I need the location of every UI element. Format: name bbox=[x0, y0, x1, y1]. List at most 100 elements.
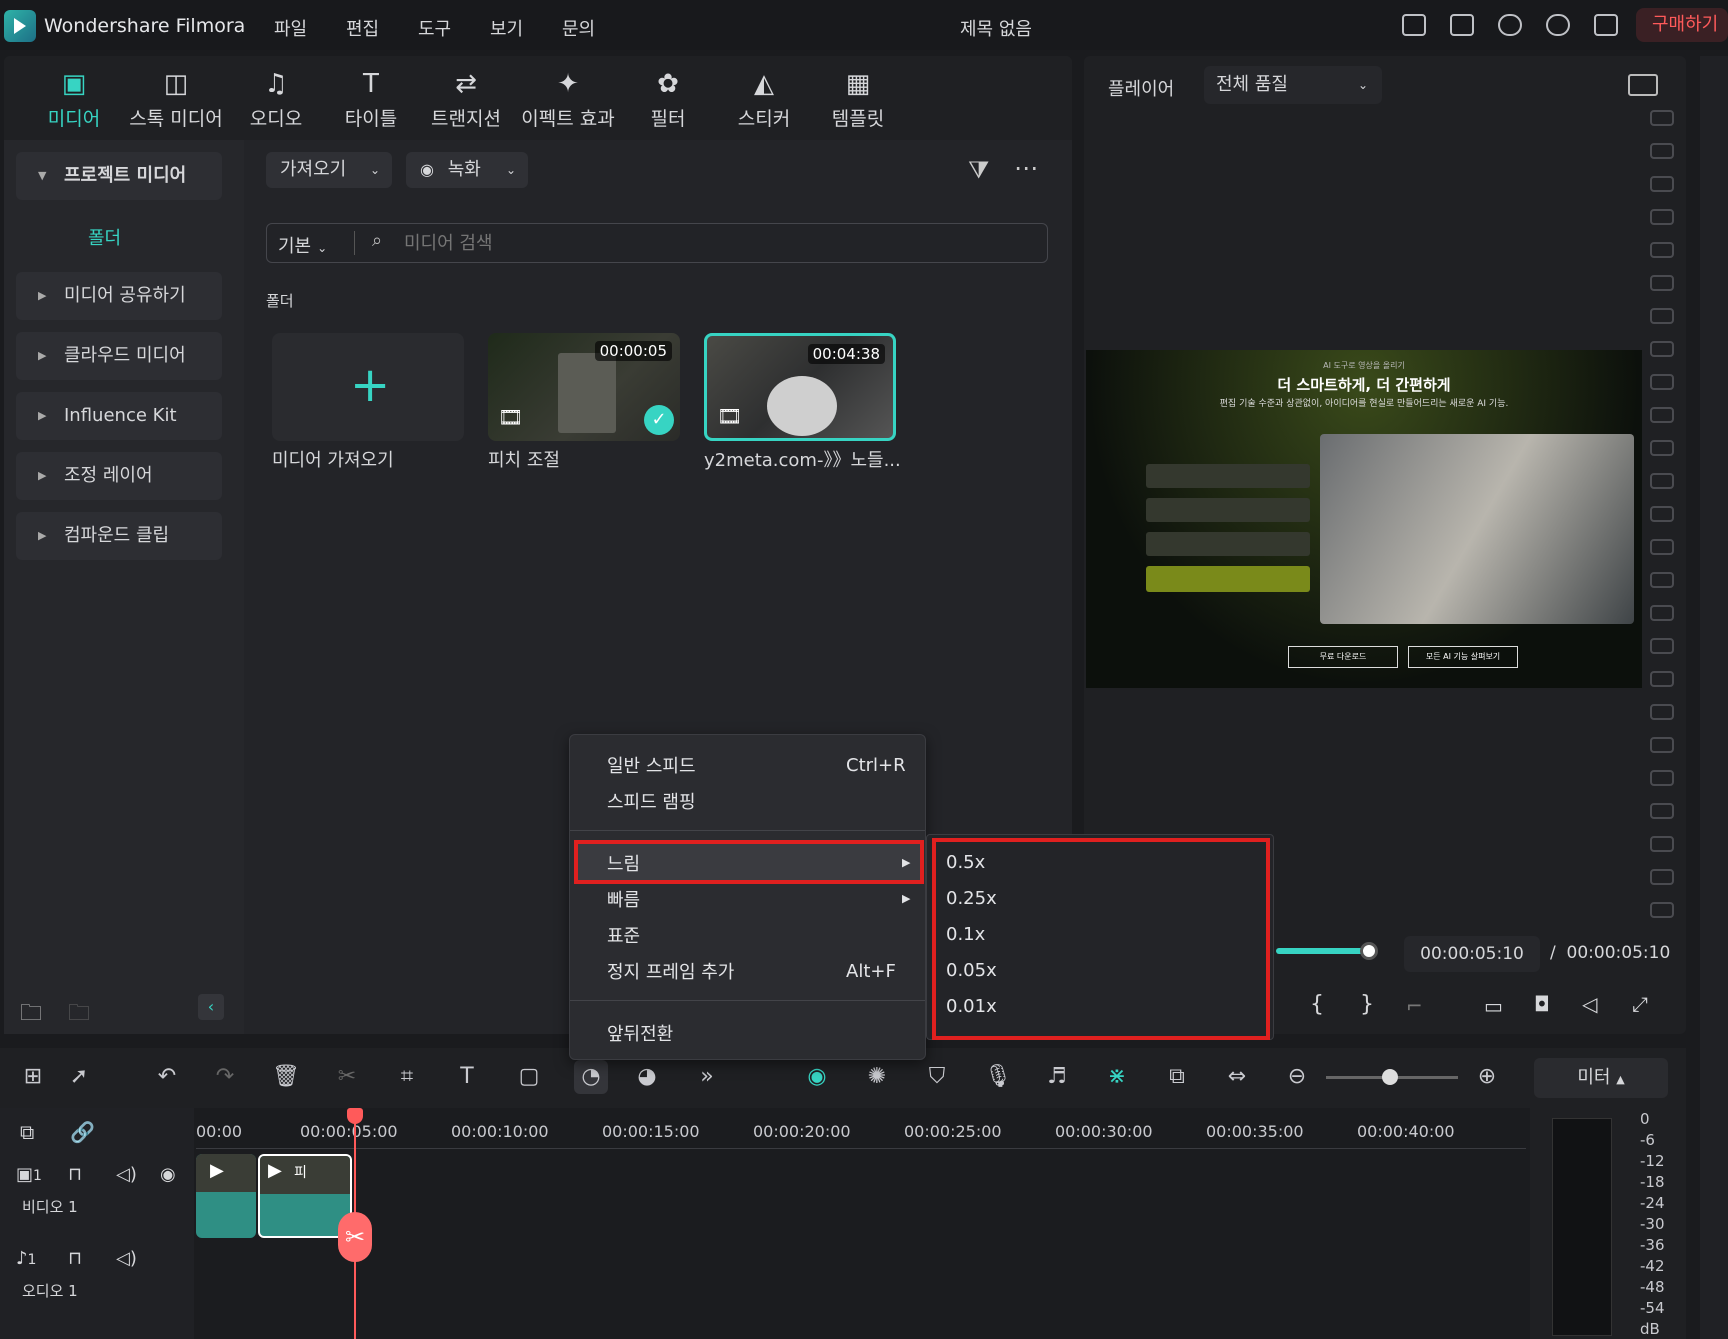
text-icon[interactable]: T bbox=[454, 1064, 480, 1090]
media-thumbnail[interactable]: 00:00:05 🎞 ✓ bbox=[488, 333, 680, 441]
eye-icon[interactable]: ◉ bbox=[160, 1164, 176, 1185]
speaker-icon[interactable]: ◁) bbox=[116, 1248, 137, 1269]
fit-width-icon[interactable]: ⇔ bbox=[1224, 1064, 1250, 1090]
playback-scrubber[interactable] bbox=[1360, 942, 1378, 960]
menu-edit[interactable]: 편집 bbox=[346, 15, 379, 41]
filmstrip-sprocket bbox=[1650, 836, 1674, 852]
zoom-slider-knob[interactable] bbox=[1382, 1069, 1398, 1085]
menu-item-uniform-speed[interactable]: 일반 스피드 bbox=[607, 752, 696, 778]
color-palette-icon[interactable]: ◕ bbox=[634, 1064, 660, 1090]
link-icon[interactable]: 🔗 bbox=[70, 1120, 95, 1144]
more-options-icon[interactable]: ⋯ bbox=[1014, 154, 1038, 182]
tab-transitions[interactable]: ⇄ 트랜지션 bbox=[426, 70, 506, 131]
mark-in-icon[interactable]: { bbox=[1310, 992, 1324, 1017]
fullscreen-icon[interactable]: ⤢ bbox=[1632, 992, 1648, 1016]
import-media-card[interactable]: + bbox=[272, 333, 464, 441]
folder-icon[interactable]: 🗀 bbox=[68, 996, 90, 1034]
tab-filters[interactable]: ✿ 필터 bbox=[646, 70, 690, 131]
sidebar-item-influence-kit[interactable]: ▶ Influence Kit bbox=[16, 392, 222, 440]
submenu-item-0-1x[interactable]: 0.1x bbox=[946, 924, 985, 945]
menu-item-reverse[interactable]: 앞뒤전환 bbox=[607, 1020, 673, 1046]
submenu-item-0-05x[interactable]: 0.05x bbox=[946, 960, 997, 981]
sidebar-item-folder[interactable]: 폴더 bbox=[88, 224, 121, 250]
add-track-icon[interactable]: ⧉ bbox=[20, 1120, 34, 1144]
mark-out-icon[interactable]: } bbox=[1360, 992, 1374, 1017]
tab-titles[interactable]: T 타이틀 bbox=[340, 70, 402, 131]
import-dropdown[interactable]: 가져오기 ⌄ bbox=[266, 152, 392, 188]
zoom-out-icon[interactable]: ⊖ bbox=[1284, 1064, 1310, 1090]
split-scissor-icon[interactable]: ✂ bbox=[338, 1212, 372, 1262]
preview-ui-row bbox=[1146, 566, 1310, 592]
filter-sort-icon[interactable]: ⧩ bbox=[968, 156, 989, 184]
sidebar-item-compound-clip[interactable]: ▶ 컴파운드 클립 bbox=[16, 512, 222, 560]
sidebar-item-shared-media[interactable]: ▶ 미디어 공유하기 bbox=[16, 272, 222, 320]
select-arrow-icon[interactable]: ➚ bbox=[66, 1064, 92, 1090]
zoom-in-icon[interactable]: ⊕ bbox=[1474, 1064, 1500, 1090]
tab-templates[interactable]: ▦ 템플릿 bbox=[828, 70, 888, 131]
submenu-item-0-25x[interactable]: 0.25x bbox=[946, 888, 997, 909]
tab-effects[interactable]: ✦ 이펙트 효과 bbox=[518, 70, 618, 131]
menu-item-speed-ramping[interactable]: 스피드 램핑 bbox=[607, 788, 696, 814]
preview-render-icon[interactable]: ⧉ bbox=[1164, 1064, 1190, 1090]
snapshot-camera-icon[interactable]: ◘ bbox=[1534, 992, 1550, 1016]
filmstrip-sprocket bbox=[1650, 374, 1674, 390]
menu-help[interactable]: 문의 bbox=[562, 15, 595, 41]
sidebar-item-project-media[interactable]: ▼ 프로젝트 미디어 bbox=[16, 152, 222, 200]
video-clip[interactable]: ▶ bbox=[196, 1154, 256, 1238]
menu-file[interactable]: 파일 bbox=[274, 15, 307, 41]
redo-icon[interactable]: ↷ bbox=[212, 1064, 238, 1090]
tab-stickers[interactable]: ◭ 스티커 bbox=[734, 70, 794, 131]
render-icon[interactable]: ✺ bbox=[864, 1064, 890, 1090]
speed-icon[interactable]: ◔ bbox=[574, 1060, 608, 1094]
sort-dropdown[interactable]: 기본 ⌄ bbox=[278, 232, 327, 258]
playhead-handle[interactable] bbox=[347, 1108, 363, 1124]
more-tools-icon[interactable]: » bbox=[694, 1064, 720, 1090]
filmstrip-sprocket bbox=[1650, 275, 1674, 291]
buy-button[interactable]: 구매하기 bbox=[1636, 8, 1728, 42]
apps-grid-icon[interactable] bbox=[1594, 14, 1618, 36]
cut-icon[interactable]: ✂ bbox=[334, 1064, 360, 1090]
search-input[interactable] bbox=[404, 228, 1004, 258]
microphone-icon[interactable]: 🎙 bbox=[984, 1064, 1012, 1090]
shield-marker-icon[interactable]: ⛉ bbox=[924, 1064, 950, 1090]
submenu-item-0-01x[interactable]: 0.01x bbox=[946, 996, 997, 1017]
playback-progress-bar[interactable] bbox=[1276, 948, 1368, 954]
submenu-item-0-5x[interactable]: 0.5x bbox=[946, 852, 985, 873]
lock-icon[interactable]: ⊓ bbox=[68, 1248, 82, 1269]
collapse-sidebar-button[interactable]: ‹ bbox=[198, 994, 224, 1020]
menu-item-normal[interactable]: 표준 bbox=[607, 922, 640, 948]
new-folder-icon[interactable]: 🗀 bbox=[20, 996, 42, 1034]
ai-assistant-icon[interactable]: ◉ bbox=[804, 1064, 830, 1090]
menu-tools[interactable]: 도구 bbox=[418, 15, 451, 41]
sidebar-item-adjustment-layer[interactable]: ▶ 조정 레이어 bbox=[16, 452, 222, 500]
cloud-upload-icon[interactable] bbox=[1498, 14, 1522, 36]
marker-icon[interactable]: ⌐ bbox=[1406, 994, 1423, 1018]
media-thumbnail[interactable]: 00:04:38 🎞 bbox=[704, 333, 896, 441]
volume-icon[interactable]: ◁ bbox=[1582, 992, 1597, 1016]
record-dropdown[interactable]: ◉ 녹화 ⌄ bbox=[406, 152, 528, 188]
tab-media[interactable]: ▣ 미디어 bbox=[44, 70, 104, 131]
display-icon[interactable]: ▭ bbox=[1484, 994, 1503, 1018]
layout-grid-icon[interactable]: ⊞ bbox=[20, 1064, 46, 1090]
undo-icon[interactable]: ↶ bbox=[154, 1064, 180, 1090]
delete-icon[interactable]: 🗑 bbox=[272, 1064, 300, 1090]
layout-icon[interactable] bbox=[1402, 14, 1426, 36]
lock-icon[interactable]: ⊓ bbox=[68, 1164, 82, 1185]
menu-view[interactable]: 보기 bbox=[490, 15, 523, 41]
waveform-scope-icon[interactable] bbox=[1628, 74, 1658, 96]
sidebar-item-cloud-media[interactable]: ▶ 클라우드 미디어 bbox=[16, 332, 222, 380]
menu-item-fast[interactable]: 빠름 bbox=[607, 886, 640, 912]
tab-stock-media[interactable]: ◫ 스톡 미디어 bbox=[124, 70, 228, 131]
speaker-icon[interactable]: ◁) bbox=[116, 1164, 137, 1185]
snap-icon[interactable]: ⋇ bbox=[1104, 1064, 1130, 1090]
duration-badge: 00:04:38 bbox=[807, 344, 885, 364]
tab-audio[interactable]: ♫ 오디오 bbox=[246, 70, 306, 131]
menu-item-freeze-frame[interactable]: 정지 프레임 추가 bbox=[607, 958, 734, 984]
audio-list-icon[interactable]: ♬ bbox=[1044, 1064, 1070, 1090]
quality-dropdown[interactable]: 전체 품질 ⌄ bbox=[1204, 66, 1382, 104]
save-icon[interactable] bbox=[1450, 14, 1474, 36]
crop-icon[interactable]: ⌗ bbox=[394, 1064, 420, 1090]
meter-dropdown[interactable]: 미터 ▲ bbox=[1534, 1058, 1668, 1098]
shape-icon[interactable]: ▢ bbox=[516, 1064, 542, 1090]
headset-icon[interactable] bbox=[1546, 14, 1570, 36]
